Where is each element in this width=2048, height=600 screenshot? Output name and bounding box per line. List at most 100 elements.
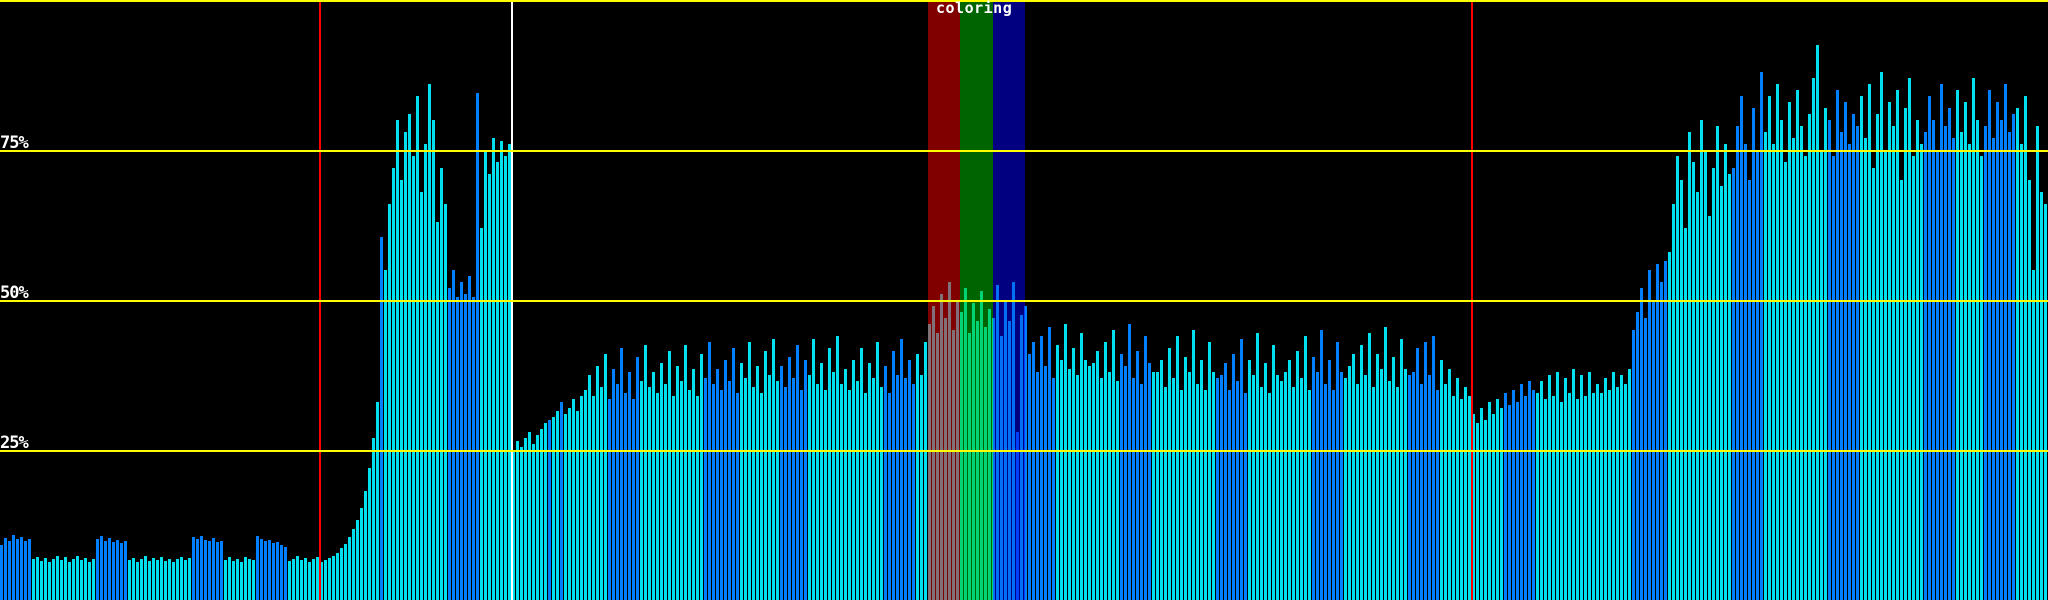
gridline-100 bbox=[0, 0, 2048, 2]
bar bbox=[868, 363, 871, 600]
bar bbox=[32, 559, 35, 600]
bar bbox=[1368, 333, 1371, 600]
bar bbox=[1596, 384, 1599, 600]
bar bbox=[1796, 90, 1799, 600]
bar bbox=[1040, 336, 1043, 600]
bar bbox=[228, 557, 231, 600]
bar bbox=[1840, 132, 1843, 600]
bar bbox=[1304, 336, 1307, 600]
bar bbox=[1176, 336, 1179, 600]
bar bbox=[824, 390, 827, 600]
bar bbox=[1280, 381, 1283, 600]
bar bbox=[180, 557, 183, 600]
bar bbox=[1388, 381, 1391, 600]
bar bbox=[536, 435, 539, 600]
bar bbox=[688, 390, 691, 600]
bar bbox=[1212, 372, 1215, 600]
bar bbox=[1888, 102, 1891, 600]
bar bbox=[524, 438, 527, 600]
bar bbox=[1932, 120, 1935, 600]
bar bbox=[1712, 168, 1715, 600]
bar bbox=[836, 336, 839, 600]
bar bbox=[1864, 138, 1867, 600]
bar bbox=[1428, 375, 1431, 600]
bar bbox=[1700, 120, 1703, 600]
bar bbox=[1504, 393, 1507, 600]
bar bbox=[592, 396, 595, 600]
bar bbox=[1196, 384, 1199, 600]
bar bbox=[1572, 369, 1575, 600]
bar bbox=[1052, 378, 1055, 600]
bar bbox=[1096, 351, 1099, 600]
bar bbox=[220, 540, 223, 600]
bar bbox=[1508, 405, 1511, 600]
bar bbox=[520, 447, 523, 600]
bar bbox=[808, 375, 811, 600]
bar bbox=[1728, 174, 1731, 600]
bar bbox=[1344, 378, 1347, 600]
bar bbox=[24, 540, 27, 600]
bar bbox=[400, 180, 403, 600]
bar bbox=[1668, 252, 1671, 600]
bar bbox=[1776, 84, 1779, 600]
bar bbox=[2024, 96, 2027, 600]
bar bbox=[120, 543, 123, 600]
bar bbox=[1168, 348, 1171, 600]
bar bbox=[208, 541, 211, 600]
bar bbox=[1232, 354, 1235, 600]
bar bbox=[1584, 396, 1587, 600]
bar bbox=[1716, 126, 1719, 600]
bar bbox=[864, 393, 867, 600]
bar bbox=[1128, 324, 1131, 600]
bar bbox=[160, 556, 163, 600]
bar bbox=[1412, 372, 1415, 600]
bar bbox=[1108, 372, 1111, 600]
bar bbox=[1488, 402, 1491, 600]
bar bbox=[1416, 348, 1419, 600]
bar bbox=[1664, 261, 1667, 600]
bar bbox=[1628, 369, 1631, 600]
bar bbox=[820, 363, 823, 600]
bar bbox=[272, 543, 275, 600]
bar bbox=[1268, 393, 1271, 600]
bar bbox=[412, 156, 415, 600]
bar bbox=[672, 396, 675, 600]
bar bbox=[584, 390, 587, 600]
bar bbox=[92, 559, 95, 600]
usage-chart[interactable]: 75% 50% 25% coloring bbox=[0, 0, 2048, 600]
bar bbox=[1976, 120, 1979, 600]
bar bbox=[1900, 180, 1903, 600]
bar bbox=[704, 378, 707, 600]
bar bbox=[1644, 318, 1647, 600]
bar bbox=[1500, 408, 1503, 600]
bar bbox=[888, 393, 891, 600]
bar bbox=[52, 558, 55, 600]
bar bbox=[1072, 348, 1075, 600]
bar bbox=[724, 360, 727, 600]
bar bbox=[712, 384, 715, 600]
bar bbox=[1316, 372, 1319, 600]
bar bbox=[556, 411, 559, 600]
bar bbox=[260, 538, 263, 600]
bar bbox=[2000, 120, 2003, 600]
bar bbox=[1740, 96, 1743, 600]
bar bbox=[2032, 270, 2035, 600]
bar bbox=[296, 556, 299, 600]
bar bbox=[1384, 327, 1387, 600]
bar bbox=[1772, 144, 1775, 600]
bar bbox=[576, 411, 579, 600]
bar bbox=[760, 393, 763, 600]
bar bbox=[124, 541, 127, 600]
bar bbox=[628, 372, 631, 600]
bar bbox=[740, 363, 743, 600]
bar bbox=[1564, 378, 1567, 600]
bar bbox=[1228, 390, 1231, 600]
bar bbox=[444, 204, 447, 600]
bar bbox=[1940, 84, 1943, 600]
bar bbox=[1124, 366, 1127, 600]
bar bbox=[1688, 132, 1691, 600]
bar bbox=[568, 408, 571, 600]
bar bbox=[1376, 354, 1379, 600]
bar bbox=[1984, 126, 1987, 600]
bar bbox=[540, 429, 543, 600]
